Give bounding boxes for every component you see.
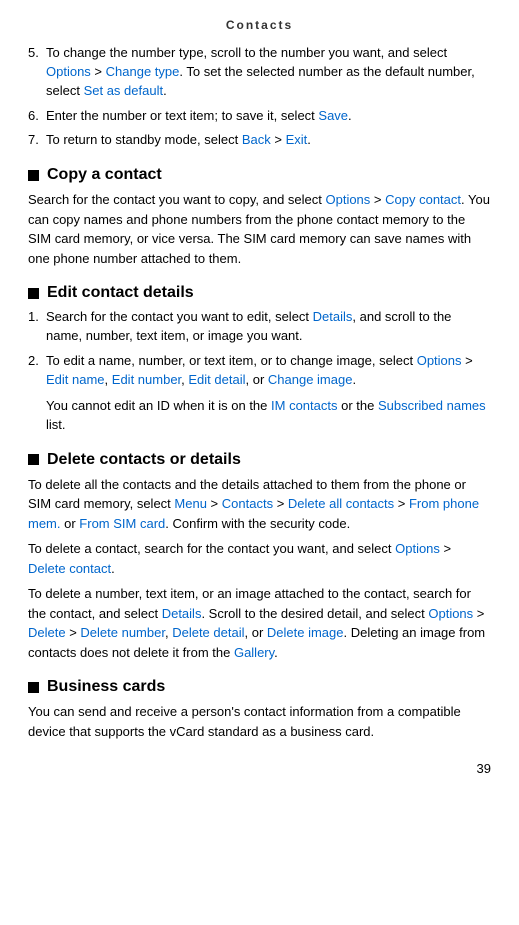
- item-content: To change the number type, scroll to the…: [46, 44, 491, 101]
- inline-link[interactable]: Options: [417, 353, 462, 368]
- inline-text: >: [273, 496, 288, 511]
- page-number: 39: [28, 761, 491, 776]
- inline-link[interactable]: Details: [162, 606, 202, 621]
- inline-text: .: [163, 83, 167, 98]
- inline-text: >: [91, 64, 106, 79]
- inline-text: >: [473, 606, 484, 621]
- inline-text: Search for the contact you want to copy,…: [28, 192, 325, 207]
- inline-link[interactable]: Back: [242, 132, 271, 147]
- numbered-item: 2.To edit a name, number, or text item, …: [28, 352, 491, 390]
- inline-link[interactable]: Delete image: [267, 625, 344, 640]
- inline-text: .: [307, 132, 311, 147]
- inline-text: To edit a name, number, or text item, or…: [46, 353, 417, 368]
- top-items: 5.To change the number type, scroll to t…: [28, 44, 491, 150]
- inline-text: You cannot edit an ID when it is on the: [46, 398, 271, 413]
- inline-link[interactable]: Edit number: [112, 372, 181, 387]
- inline-link[interactable]: Edit detail: [188, 372, 245, 387]
- inline-link[interactable]: Menu: [174, 496, 207, 511]
- inline-link[interactable]: Save: [318, 108, 348, 123]
- inline-link[interactable]: From SIM card: [79, 516, 165, 531]
- inline-link[interactable]: Delete number: [80, 625, 165, 640]
- inline-text: .: [348, 108, 352, 123]
- inline-link[interactable]: Edit name: [46, 372, 105, 387]
- section-icon: [28, 170, 39, 181]
- inline-text: To return to standby mode, select: [46, 132, 242, 147]
- section-heading-business-cards: Business cards: [28, 678, 491, 696]
- section-icon: [28, 454, 39, 465]
- inline-text: Search for the contact you want to edit,…: [46, 309, 313, 324]
- inline-link[interactable]: IM contacts: [271, 398, 337, 413]
- section-title: Business cards: [47, 678, 165, 696]
- item-number: 1.: [28, 308, 46, 346]
- numbered-item: 5.To change the number type, scroll to t…: [28, 44, 491, 101]
- item-number: 6.: [28, 107, 46, 126]
- inline-text: >: [66, 625, 81, 640]
- inline-link[interactable]: Change type: [106, 64, 180, 79]
- inline-link[interactable]: Subscribed names: [378, 398, 486, 413]
- inline-text: , or: [245, 372, 267, 387]
- inline-text: . Scroll to the desired detail, and sele…: [201, 606, 428, 621]
- inline-text: . Confirm with the security code.: [165, 516, 350, 531]
- inline-link[interactable]: Gallery: [234, 645, 274, 660]
- inline-text: >: [271, 132, 286, 147]
- item-content: Search for the contact you want to edit,…: [46, 308, 491, 346]
- inline-link[interactable]: Change image: [268, 372, 353, 387]
- inline-text: .: [111, 561, 115, 576]
- inline-text: .: [274, 645, 278, 660]
- inline-link[interactable]: Delete contact: [28, 561, 111, 576]
- indented-paragraph: You cannot edit an ID when it is on the …: [46, 396, 491, 435]
- inline-text: list.: [46, 417, 66, 432]
- item-number: 5.: [28, 44, 46, 101]
- inline-text: or the: [337, 398, 377, 413]
- section-title: Delete contacts or details: [47, 451, 241, 469]
- body-paragraph: Search for the contact you want to copy,…: [28, 190, 491, 268]
- section-heading-edit-contact-details: Edit contact details: [28, 284, 491, 302]
- inline-text: .: [352, 372, 356, 387]
- inline-link[interactable]: Delete: [28, 625, 66, 640]
- numbered-item: 6.Enter the number or text item; to save…: [28, 107, 491, 126]
- body-paragraph: You can send and receive a person's cont…: [28, 702, 491, 741]
- item-content: Enter the number or text item; to save i…: [46, 107, 491, 126]
- sections-container: Copy a contact Search for the contact you…: [28, 166, 491, 741]
- numbered-item: 1.Search for the contact you want to edi…: [28, 308, 491, 346]
- inline-link[interactable]: Exit: [286, 132, 308, 147]
- inline-link[interactable]: Delete all contacts: [288, 496, 394, 511]
- inline-text: Enter the number or text item; to save i…: [46, 108, 318, 123]
- body-paragraph: To delete all the contacts and the detai…: [28, 475, 491, 534]
- page-header: Contacts: [28, 18, 491, 32]
- inline-link[interactable]: Options: [46, 64, 91, 79]
- inline-link[interactable]: Options: [325, 192, 370, 207]
- inline-link[interactable]: Contacts: [222, 496, 273, 511]
- item-content: To edit a name, number, or text item, or…: [46, 352, 491, 390]
- inline-text: You can send and receive a person's cont…: [28, 704, 461, 739]
- body-paragraph: To delete a number, text item, or an ima…: [28, 584, 491, 662]
- inline-text: To delete a contact, search for the cont…: [28, 541, 395, 556]
- body-paragraph: To delete a contact, search for the cont…: [28, 539, 491, 578]
- inline-link[interactable]: Copy contact: [385, 192, 461, 207]
- inline-text: >: [440, 541, 451, 556]
- inline-link[interactable]: Set as default: [84, 83, 164, 98]
- inline-text: , or: [244, 625, 266, 640]
- numbered-item: 7.To return to standby mode, select Back…: [28, 131, 491, 150]
- section-icon: [28, 682, 39, 693]
- inline-link[interactable]: Delete detail: [172, 625, 244, 640]
- section-title: Copy a contact: [47, 166, 162, 184]
- inline-text: >: [370, 192, 385, 207]
- section-heading-copy-contact: Copy a contact: [28, 166, 491, 184]
- inline-text: or: [61, 516, 80, 531]
- inline-text: To change the number type, scroll to the…: [46, 45, 447, 60]
- section-heading-delete-contacts: Delete contacts or details: [28, 451, 491, 469]
- inline-link[interactable]: Options: [395, 541, 440, 556]
- section-title: Edit contact details: [47, 284, 194, 302]
- inline-text: >: [394, 496, 409, 511]
- item-number: 7.: [28, 131, 46, 150]
- inline-link[interactable]: Details: [313, 309, 353, 324]
- inline-text: ,: [105, 372, 112, 387]
- item-content: To return to standby mode, select Back >…: [46, 131, 491, 150]
- inline-text: >: [462, 353, 473, 368]
- section-icon: [28, 288, 39, 299]
- item-number: 2.: [28, 352, 46, 390]
- inline-link[interactable]: Options: [428, 606, 473, 621]
- inline-text: >: [207, 496, 222, 511]
